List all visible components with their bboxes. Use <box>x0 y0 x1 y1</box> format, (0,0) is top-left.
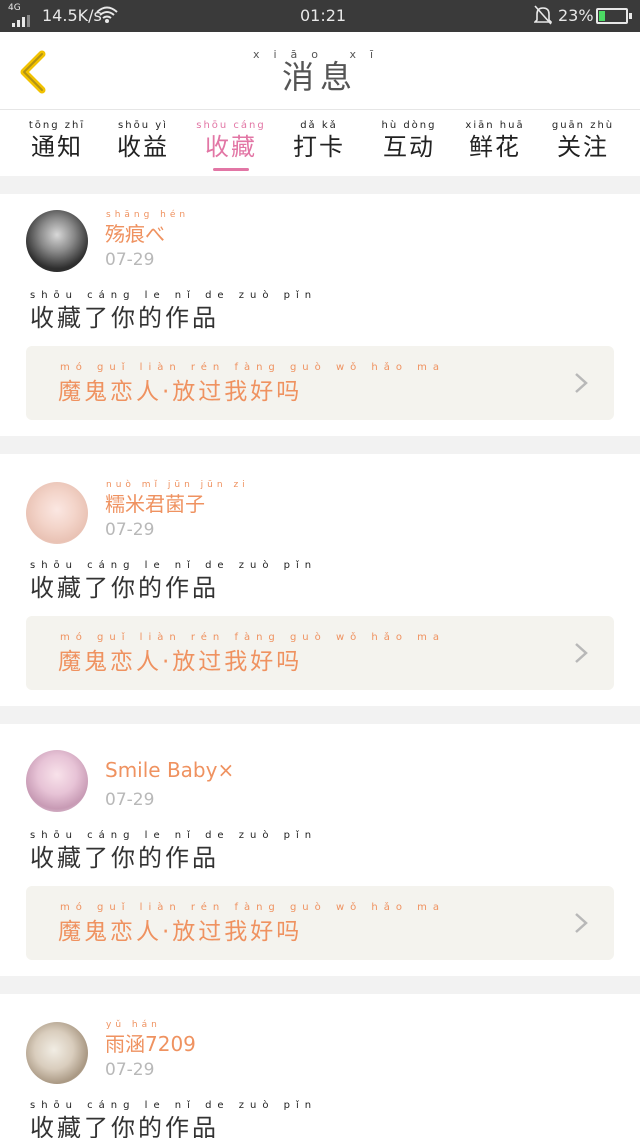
action-text: 收藏了你的作品 <box>30 574 219 602</box>
avatar[interactable] <box>26 750 88 812</box>
tab-pinyin: guān zhù <box>551 120 615 131</box>
battery-fill <box>599 11 605 21</box>
divider <box>0 436 640 454</box>
tab-bar: tōng zhī 通知 shōu yì 收益 shōu cáng 收藏 dǎ k… <box>0 110 640 176</box>
tab-interaction[interactable]: hù dòng 互动 <box>374 110 444 176</box>
work-link[interactable]: mó guǐ liàn rén fàng guò wǒ hǎo ma 魔鬼恋人·… <box>26 886 614 960</box>
active-tab-indicator <box>213 168 249 171</box>
tab-pinyin: shōu yì <box>118 120 168 131</box>
network-type: 4G <box>8 3 21 13</box>
action-text: 收藏了你的作品 <box>30 304 219 332</box>
work-link[interactable]: mó guǐ liàn rén fàng guò wǒ hǎo ma 魔鬼恋人·… <box>26 616 614 690</box>
message-date: 07-29 <box>105 790 155 810</box>
message-card: yǔ hán 雨涵7209 07-29 shōu cáng le nǐ de z… <box>0 994 640 1138</box>
tab-label: 关注 <box>557 133 609 161</box>
network-speed: 14.5K/s <box>42 6 102 25</box>
tab-notifications[interactable]: tōng zhī 通知 <box>22 110 92 176</box>
user-name[interactable]: Smile Baby× <box>105 758 234 782</box>
status-bar: 4G 14.5K/s 01:21 23% <box>0 0 640 32</box>
tab-earnings[interactable]: shōu yì 收益 <box>108 110 178 176</box>
divider <box>0 706 640 724</box>
user-name[interactable]: 殇痕べ <box>105 218 165 247</box>
divider <box>0 976 640 994</box>
work-title: 魔鬼恋人·放过我好吗 <box>58 919 303 945</box>
work-title: 魔鬼恋人·放过我好吗 <box>58 649 303 675</box>
tab-label: 收藏 <box>205 133 257 161</box>
chevron-right-icon <box>575 913 588 933</box>
tab-checkin[interactable]: dǎ kǎ 打卡 <box>284 110 354 176</box>
action-text: 收藏了你的作品 <box>30 844 219 872</box>
divider <box>0 176 640 194</box>
bell-muted-icon <box>533 5 553 29</box>
tab-pinyin: hù dòng <box>381 120 437 131</box>
avatar[interactable] <box>26 1022 88 1084</box>
work-title: 魔鬼恋人·放过我好吗 <box>58 379 303 405</box>
tab-pinyin: shōu cáng <box>196 120 266 131</box>
signal-icon: 4G <box>8 3 30 27</box>
message-date: 07-29 <box>105 250 155 270</box>
chevron-right-icon <box>575 643 588 663</box>
tab-following[interactable]: guān zhù 关注 <box>548 110 618 176</box>
tab-label: 鲜花 <box>469 133 521 161</box>
message-card: shāng hén 殇痕べ 07-29 shōu cáng le nǐ de z… <box>0 194 640 436</box>
tab-pinyin: tōng zhī <box>28 120 86 131</box>
tab-flowers[interactable]: xiān huā 鲜花 <box>460 110 530 176</box>
battery-icon <box>596 8 632 24</box>
tab-label: 通知 <box>31 133 83 161</box>
work-link[interactable]: mó guǐ liàn rén fàng guò wǒ hǎo ma 魔鬼恋人·… <box>26 346 614 420</box>
battery-percent: 23% <box>558 6 594 25</box>
avatar[interactable] <box>26 210 88 272</box>
message-card: Smile Baby× 07-29 shōu cáng le nǐ de zuò… <box>0 724 640 976</box>
avatar[interactable] <box>26 482 88 544</box>
header: xiāo xī 消息 <box>0 32 640 110</box>
chevron-right-icon <box>575 373 588 393</box>
tab-pinyin: xiān huā <box>465 120 525 131</box>
page-title: 消息 <box>281 58 358 96</box>
wifi-icon <box>96 5 118 29</box>
message-date: 07-29 <box>105 520 155 540</box>
tab-label: 打卡 <box>293 133 345 161</box>
clock: 01:21 <box>300 6 347 25</box>
tab-label: 收益 <box>117 133 169 161</box>
action-text: 收藏了你的作品 <box>30 1114 219 1138</box>
message-card: nuò mǐ jūn jūn zi 糯米君菌子 07-29 shōu cáng … <box>0 454 640 706</box>
tab-pinyin: dǎ kǎ <box>300 120 338 131</box>
user-name[interactable]: 糯米君菌子 <box>105 488 205 517</box>
tab-favorites[interactable]: shōu cáng 收藏 <box>196 110 266 176</box>
tab-label: 互动 <box>383 133 435 161</box>
message-date: 07-29 <box>105 1060 155 1080</box>
user-name[interactable]: 雨涵7209 <box>105 1028 196 1057</box>
